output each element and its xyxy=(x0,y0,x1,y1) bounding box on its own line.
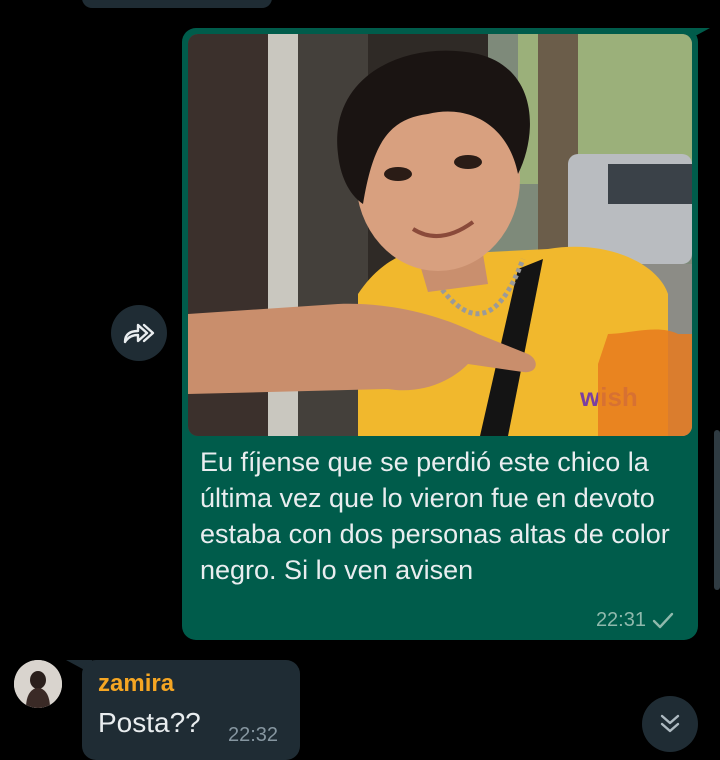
sender-name[interactable]: zamira xyxy=(98,670,174,698)
outgoing-message-bubble[interactable]: wish Eu fíjense que se perdió este chico… xyxy=(182,28,698,640)
avatar[interactable] xyxy=(14,660,62,708)
message-text: Posta?? xyxy=(98,707,201,738)
scroll-indicator[interactable] xyxy=(714,430,720,590)
avatar-image xyxy=(14,660,62,708)
single-check-icon xyxy=(652,612,674,628)
double-chevron-down-icon xyxy=(660,714,680,733)
previous-message-bubble xyxy=(82,0,272,8)
forward-icon xyxy=(123,323,155,344)
message-time: 22:31 xyxy=(595,609,646,631)
incoming-message-bubble[interactable]: zamira Posta?? 22:32 xyxy=(82,660,300,760)
message-photo[interactable]: wish xyxy=(188,34,692,436)
forward-button[interactable] xyxy=(111,305,167,361)
message-caption: Eu fíjense que se perdió este chico la ú… xyxy=(200,447,670,585)
message-meta: 22:31 xyxy=(596,609,674,632)
